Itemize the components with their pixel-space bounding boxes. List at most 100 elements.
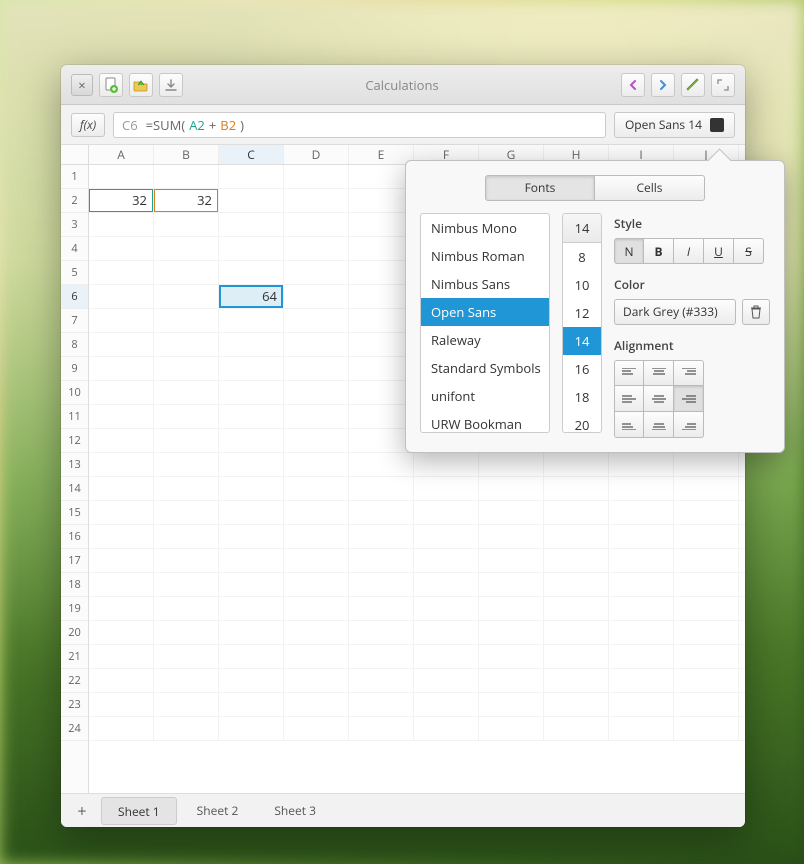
cell-H15[interactable] <box>544 501 609 524</box>
cell-C22[interactable] <box>219 669 284 692</box>
cell-F14[interactable] <box>414 477 479 500</box>
row-header[interactable]: 1 <box>61 165 88 189</box>
cell-C15[interactable] <box>219 501 284 524</box>
color-select[interactable]: Dark Grey (#333) <box>614 299 736 325</box>
cell-A16[interactable] <box>89 525 154 548</box>
row-header[interactable]: 24 <box>61 717 88 741</box>
cell-B15[interactable] <box>154 501 219 524</box>
sheet-tab[interactable]: Sheet 1 <box>101 797 177 825</box>
cell-D16[interactable] <box>284 525 349 548</box>
cell-H16[interactable] <box>544 525 609 548</box>
cell-H14[interactable] <box>544 477 609 500</box>
cell-D10[interactable] <box>284 381 349 404</box>
cell-D8[interactable] <box>284 333 349 356</box>
cell-C16[interactable] <box>219 525 284 548</box>
cell-D17[interactable] <box>284 549 349 572</box>
row-header[interactable]: 6 <box>61 285 88 309</box>
cell-J17[interactable] <box>674 549 739 572</box>
cell-F15[interactable] <box>414 501 479 524</box>
size-list[interactable]: 14810121416182022 <box>562 213 602 433</box>
cell-F22[interactable] <box>414 669 479 692</box>
cell-D2[interactable] <box>284 189 349 212</box>
row-header[interactable]: 3 <box>61 213 88 237</box>
formula-input[interactable]: C6 =SUM(A2+B2) <box>113 112 606 138</box>
[interactable]: Nimbus MonoNimbus RomanNimbus SansOpen S… <box>420 213 550 433</box>
cell-F17[interactable] <box>414 549 479 572</box>
style-strike-button[interactable]: S <box>734 238 764 264</box>
cell-C3[interactable] <box>219 213 284 236</box>
cell-F20[interactable] <box>414 621 479 644</box>
cell-B1[interactable] <box>154 165 219 188</box>
align-bot-center[interactable] <box>644 412 674 438</box>
cell-I18[interactable] <box>609 573 674 596</box>
cell-J19[interactable] <box>674 597 739 620</box>
row-header[interactable]: 12 <box>61 429 88 453</box>
select-all-corner[interactable] <box>61 145 89 164</box>
cell-D20[interactable] <box>284 621 349 644</box>
cell-B23[interactable] <box>154 693 219 716</box>
row-header[interactable]: 20 <box>61 621 88 645</box>
tab-fonts[interactable]: Fonts <box>485 175 595 201</box>
cell-C1[interactable] <box>219 165 284 188</box>
function-button[interactable]: f(x) <box>71 113 105 137</box>
cell-B9[interactable] <box>154 357 219 380</box>
cell-C6[interactable]: 64 <box>219 285 284 308</box>
delete-color-button[interactable] <box>742 299 770 325</box>
cell-J22[interactable] <box>674 669 739 692</box>
font-item[interactable]: unifont <box>421 382 549 410</box>
cell-J20[interactable] <box>674 621 739 644</box>
cell-E16[interactable] <box>349 525 414 548</box>
cell-B6[interactable] <box>154 285 219 308</box>
cell-F21[interactable] <box>414 645 479 668</box>
cell-A10[interactable] <box>89 381 154 404</box>
cell-A4[interactable] <box>89 237 154 260</box>
cell-C9[interactable] <box>219 357 284 380</box>
row-header[interactable]: 16 <box>61 525 88 549</box>
add-sheet-button[interactable]: + <box>67 797 97 825</box>
cell-C10[interactable] <box>219 381 284 404</box>
close-button[interactable]: × <box>71 74 93 96</box>
align-top-center[interactable] <box>644 360 674 386</box>
cell-G20[interactable] <box>479 621 544 644</box>
cell-B11[interactable] <box>154 405 219 428</box>
cell-I17[interactable] <box>609 549 674 572</box>
row-header[interactable]: 2 <box>61 189 88 213</box>
cell-C24[interactable] <box>219 717 284 740</box>
cell-C13[interactable] <box>219 453 284 476</box>
cell-H20[interactable] <box>544 621 609 644</box>
font-item[interactable]: URW Bookman <box>421 410 549 433</box>
cell-D19[interactable] <box>284 597 349 620</box>
style-bold-button[interactable]: B <box>644 238 674 264</box>
redo-button[interactable] <box>651 73 675 97</box>
row-header[interactable]: 9 <box>61 357 88 381</box>
style-underline-button[interactable]: U <box>704 238 734 264</box>
cell-B3[interactable] <box>154 213 219 236</box>
cell-B5[interactable] <box>154 261 219 284</box>
cell-C2[interactable] <box>219 189 284 212</box>
row-header[interactable]: 7 <box>61 309 88 333</box>
cell-E23[interactable] <box>349 693 414 716</box>
cell-A13[interactable] <box>89 453 154 476</box>
cell-B19[interactable] <box>154 597 219 620</box>
row-header[interactable]: 14 <box>61 477 88 501</box>
style-normal-button[interactable]: N <box>614 238 644 264</box>
open-button[interactable] <box>129 73 153 97</box>
cell-D14[interactable] <box>284 477 349 500</box>
row-header[interactable]: 13 <box>61 453 88 477</box>
size-item[interactable]: 14 <box>563 327 601 355</box>
sheet-tab[interactable]: Sheet 2 <box>181 797 255 825</box>
row-header[interactable]: 18 <box>61 573 88 597</box>
cell-J14[interactable] <box>674 477 739 500</box>
cell-J18[interactable] <box>674 573 739 596</box>
cell-I19[interactable] <box>609 597 674 620</box>
align-mid-left[interactable] <box>614 386 644 412</box>
cell-A12[interactable] <box>89 429 154 452</box>
cell-G24[interactable] <box>479 717 544 740</box>
cell-C21[interactable] <box>219 645 284 668</box>
cell-A19[interactable] <box>89 597 154 620</box>
font-item[interactable]: Raleway <box>421 326 549 354</box>
cell-D12[interactable] <box>284 429 349 452</box>
cell-I16[interactable] <box>609 525 674 548</box>
cell-A9[interactable] <box>89 357 154 380</box>
cell-C17[interactable] <box>219 549 284 572</box>
